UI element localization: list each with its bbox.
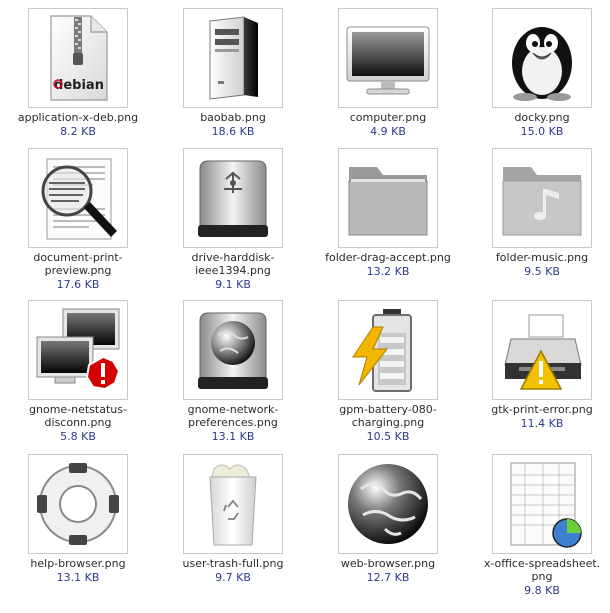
file-item[interactable]: gtk-print-error.png 11.4 KB	[467, 300, 610, 430]
file-item[interactable]: web-browser.png 12.7 KB	[313, 454, 463, 584]
file-size: 9.1 KB	[215, 278, 251, 291]
printer-warning-icon	[504, 314, 582, 390]
file-name[interactable]: gtk-print-error.png	[491, 403, 593, 416]
file-thumbnail[interactable]	[338, 300, 438, 400]
file-name[interactable]: help-browser.png	[30, 557, 125, 570]
file-item[interactable]: baobab.png 18.6 KB	[158, 8, 308, 138]
file-thumbnail[interactable]	[28, 148, 128, 248]
file-name[interactable]: baobab.png	[200, 111, 266, 124]
file-thumbnail[interactable]	[28, 300, 128, 400]
file-size: 13.2 KB	[366, 265, 410, 278]
file-name[interactable]: gpm-battery-080- charging.png	[339, 403, 437, 429]
file-item[interactable]: document-print- preview.png 17.6 KB	[3, 148, 153, 291]
file-size: 17.6 KB	[56, 278, 100, 291]
music-folder-icon	[502, 167, 582, 236]
file-size: 9.8 KB	[524, 584, 560, 597]
trash-full-icon	[209, 464, 257, 546]
file-name[interactable]: x-office-spreadsheet. png	[484, 557, 600, 583]
file-size: 13.1 KB	[56, 571, 100, 584]
file-item[interactable]: folder-music.png 9.5 KB	[467, 148, 610, 278]
magnifier-document-icon	[41, 158, 117, 240]
penguin-icon	[512, 27, 572, 101]
file-name[interactable]: folder-music.png	[496, 251, 588, 264]
server-tower-icon	[209, 16, 258, 100]
file-name[interactable]: application-x-deb.png	[18, 111, 138, 124]
file-size: 15.0 KB	[520, 125, 564, 138]
debian-package-icon: debian	[50, 15, 108, 101]
file-name[interactable]: folder-drag-accept.png	[325, 251, 451, 264]
file-item[interactable]: gnome-netstatus- disconn.png 5.8 KB	[3, 300, 153, 443]
file-name[interactable]: docky.png	[514, 111, 569, 124]
file-thumbnail[interactable]: debian	[28, 8, 128, 108]
folder-icon	[348, 167, 428, 236]
file-size: 11.4 KB	[520, 417, 564, 430]
file-size: 4.9 KB	[370, 125, 406, 138]
file-thumbnail[interactable]	[183, 8, 283, 108]
file-size: 9.5 KB	[524, 265, 560, 278]
file-name[interactable]: computer.png	[350, 111, 426, 124]
file-size: 12.7 KB	[366, 571, 410, 584]
file-size: 13.1 KB	[211, 430, 255, 443]
file-size: 5.8 KB	[60, 430, 96, 443]
file-thumbnail[interactable]	[338, 148, 438, 248]
network-drive-globe-icon	[198, 312, 268, 389]
file-name[interactable]: drive-harddisk- ieee1394.png	[192, 251, 275, 277]
file-item[interactable]: x-office-spreadsheet. png 9.8 KB	[467, 454, 610, 597]
file-thumbnail[interactable]	[492, 8, 592, 108]
file-thumbnail[interactable]	[492, 148, 592, 248]
file-size: 10.5 KB	[366, 430, 410, 443]
file-thumbnail[interactable]	[183, 454, 283, 554]
file-thumbnail[interactable]	[338, 8, 438, 108]
file-thumbnail[interactable]	[492, 454, 592, 554]
file-item[interactable]: folder-drag-accept.png 13.2 KB	[313, 148, 463, 278]
firewire-drive-icon	[198, 160, 268, 237]
file-item[interactable]: user-trash-full.png 9.7 KB	[158, 454, 308, 584]
file-name[interactable]: document-print- preview.png	[33, 251, 122, 277]
battery-charging-icon	[352, 309, 412, 392]
file-thumbnail[interactable]	[183, 148, 283, 248]
file-thumbnail[interactable]	[183, 300, 283, 400]
file-item[interactable]: help-browser.png 13.1 KB	[3, 454, 153, 584]
file-item[interactable]: drive-harddisk- ieee1394.png 9.1 KB	[158, 148, 308, 291]
file-thumbnail[interactable]	[28, 454, 128, 554]
icon-grid: debian application-x-deb.png 8.2 KB baob…	[0, 0, 610, 613]
file-size: 8.2 KB	[60, 125, 96, 138]
file-item[interactable]: docky.png 15.0 KB	[467, 8, 610, 138]
globe-icon	[348, 464, 428, 544]
network-disconnected-icon	[36, 308, 121, 391]
file-item[interactable]: debian application-x-deb.png 8.2 KB	[3, 8, 153, 138]
file-name[interactable]: gnome-netstatus- disconn.png	[29, 403, 127, 429]
file-name[interactable]: web-browser.png	[341, 557, 435, 570]
spreadsheet-icon	[510, 462, 582, 548]
file-size: 9.7 KB	[215, 571, 251, 584]
file-thumbnail[interactable]	[492, 300, 592, 400]
file-item[interactable]: gnome-network- preferences.png 13.1 KB	[158, 300, 308, 443]
file-size: 18.6 KB	[211, 125, 255, 138]
lifebuoy-icon	[37, 463, 119, 545]
file-name[interactable]: gnome-network- preferences.png	[188, 403, 279, 429]
monitor-icon	[346, 26, 430, 95]
file-name[interactable]: user-trash-full.png	[183, 557, 284, 570]
file-item[interactable]: gpm-battery-080- charging.png 10.5 KB	[313, 300, 463, 443]
file-item[interactable]: computer.png 4.9 KB	[313, 8, 463, 138]
file-thumbnail[interactable]	[338, 454, 438, 554]
